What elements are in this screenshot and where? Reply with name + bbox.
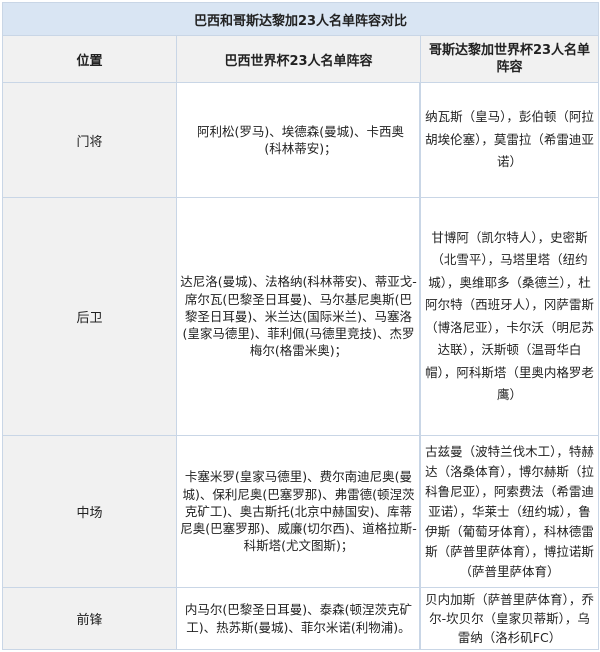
table-row-defenders: 后卫 达尼洛(曼城)、法格纳(科林蒂安)、蒂亚戈-席尔瓦(巴黎圣日耳曼)、马尔基… bbox=[2, 197, 600, 436]
costa-rica-cell: 纳瓦斯（皇马），彭伯顿（阿拉胡埃伦塞），莫雷拉（希雷迪亚诺） bbox=[419, 82, 600, 198]
comparison-table: 巴西和哥斯达黎加23人名单阵容对比 位置 巴西世界杯23人名单阵容 哥斯达黎加世… bbox=[1, 2, 600, 650]
title-row: 巴西和哥斯达黎加23人名单阵容对比 bbox=[1, 2, 600, 36]
table-row-forwards: 前锋 内马尔(巴黎圣日耳曼)、泰森(顿涅茨克矿工)、热苏斯(曼城)、菲尔米诺(利… bbox=[2, 587, 600, 650]
squad-comparison: 巴西和哥斯达黎加23人名单阵容对比 位置 巴西世界杯23人名单阵容 哥斯达黎加世… bbox=[1, 2, 600, 650]
position-cell: 中场 bbox=[2, 435, 177, 588]
costa-rica-cell: 甘博阿（凯尔特人），史密斯（北雪平），马塔里塔（纽约城），奥维耶多（桑德兰），杜… bbox=[419, 197, 600, 436]
position-cell: 后卫 bbox=[2, 197, 177, 436]
header-costa-rica: 哥斯达黎加世界杯23人名单阵容 bbox=[419, 35, 600, 83]
brazil-cell: 达尼洛(曼城)、法格纳(科林蒂安)、蒂亚戈-席尔瓦(巴黎圣日耳曼)、马尔基尼奥斯… bbox=[176, 197, 421, 436]
table-row-goalkeepers: 门将 阿利松(罗马)、埃德森(曼城)、卡西奥(科林蒂安)； 纳瓦斯（皇马），彭伯… bbox=[2, 82, 600, 198]
header-row: 位置 巴西世界杯23人名单阵容 哥斯达黎加世界杯23人名单阵容 bbox=[2, 35, 600, 83]
brazil-cell: 阿利松(罗马)、埃德森(曼城)、卡西奥(科林蒂安)； bbox=[176, 82, 421, 198]
brazil-cell: 内马尔(巴黎圣日耳曼)、泰森(顿涅茨克矿工)、热苏斯(曼城)、菲尔米诺(利物浦)… bbox=[176, 587, 421, 650]
costa-rica-cell: 贝内加斯（萨普里萨体育），乔尔-坎贝尔（皇家贝蒂斯），乌雷纳（洛杉矶FC） bbox=[419, 587, 600, 650]
header-position: 位置 bbox=[2, 35, 177, 83]
table-title: 巴西和哥斯达黎加23人名单阵容对比 bbox=[1, 2, 600, 36]
header-brazil: 巴西世界杯23人名单阵容 bbox=[176, 35, 421, 83]
table-row-midfielders: 中场 卡塞米罗(皇家马德里)、费尔南迪尼奥(曼城)、保利尼奥(巴塞罗那)、弗雷德… bbox=[2, 435, 600, 588]
position-cell: 前锋 bbox=[2, 587, 177, 650]
costa-rica-cell: 古兹曼（波特兰伐木工），特赫达（洛桑体育），博尔赫斯（拉科鲁尼亚），阿索费法（希… bbox=[419, 435, 600, 588]
position-cell: 门将 bbox=[2, 82, 177, 198]
brazil-cell: 卡塞米罗(皇家马德里)、费尔南迪尼奥(曼城)、保利尼奥(巴塞罗那)、弗雷德(顿涅… bbox=[176, 435, 421, 588]
